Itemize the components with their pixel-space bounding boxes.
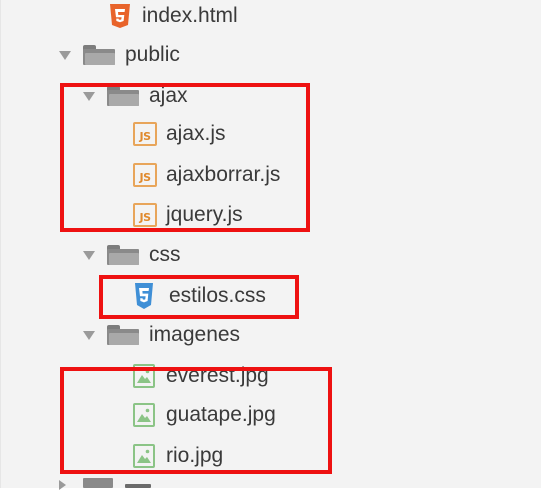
css3-file-icon	[133, 283, 155, 309]
tree-item-label: ajaxborrar.js	[166, 163, 281, 186]
tree-item-label: imagenes	[149, 323, 241, 346]
tree-item-label: public	[125, 43, 180, 66]
tree-item-label: index.html	[142, 4, 238, 27]
tree-item-label: rio.jpg	[166, 444, 224, 467]
tree-item-label: jquery.js	[166, 203, 243, 226]
tree-item-index-html[interactable]: index.html	[109, 0, 238, 33]
folder-icon	[107, 325, 139, 345]
chevron-right-icon	[59, 480, 66, 490]
tree-item-label: css	[149, 243, 181, 266]
tree-item-label: ajax	[149, 84, 188, 107]
javascript-file-icon: JS	[133, 163, 157, 187]
tree-item-ajax-js[interactable]: JS ajax.js	[133, 117, 226, 151]
image-file-icon	[133, 403, 155, 427]
chevron-down-icon[interactable]	[83, 250, 95, 260]
javascript-file-icon: JS	[133, 122, 157, 146]
tree-item-label-partial	[125, 484, 151, 488]
tree-item-ajaxborrar-js[interactable]: JS ajaxborrar.js	[133, 158, 280, 192]
tree-item-label: ajax.js	[166, 122, 226, 145]
chevron-down-icon[interactable]	[83, 330, 95, 340]
chevron-down-icon[interactable]	[59, 50, 71, 60]
tree-item-ajax[interactable]: ajax	[83, 79, 188, 113]
image-file-icon	[133, 364, 155, 388]
tree-item-public[interactable]: public	[59, 38, 180, 72]
folder-icon	[83, 45, 115, 65]
chevron-down-icon[interactable]	[83, 91, 95, 101]
javascript-file-icon: JS	[133, 203, 157, 227]
tree-item-guatape-jpg[interactable]: guatape.jpg	[133, 398, 276, 432]
file-explorer-tree: index.html public ajax JS ajax.js JS aja…	[0, 0, 541, 490]
folder-icon	[107, 245, 139, 265]
tree-item-jquery-js[interactable]: JS jquery.js	[133, 198, 243, 232]
image-file-icon	[133, 444, 155, 468]
tree-item-label: estilos.css	[169, 284, 266, 307]
tree-item-estilos-css[interactable]: estilos.css	[133, 279, 266, 313]
tree-item-everest-jpg[interactable]: everest.jpg	[133, 359, 269, 393]
tree-item-label: everest.jpg	[166, 364, 269, 387]
tree-item-rio-jpg[interactable]: rio.jpg	[133, 439, 223, 473]
html5-file-icon	[109, 4, 131, 28]
tree-item-imagenes[interactable]: imagenes	[83, 318, 240, 352]
folder-icon	[83, 478, 113, 488]
tree-item-label: guatape.jpg	[166, 403, 276, 426]
folder-icon	[107, 86, 139, 106]
tree-item-css[interactable]: css	[83, 238, 181, 272]
